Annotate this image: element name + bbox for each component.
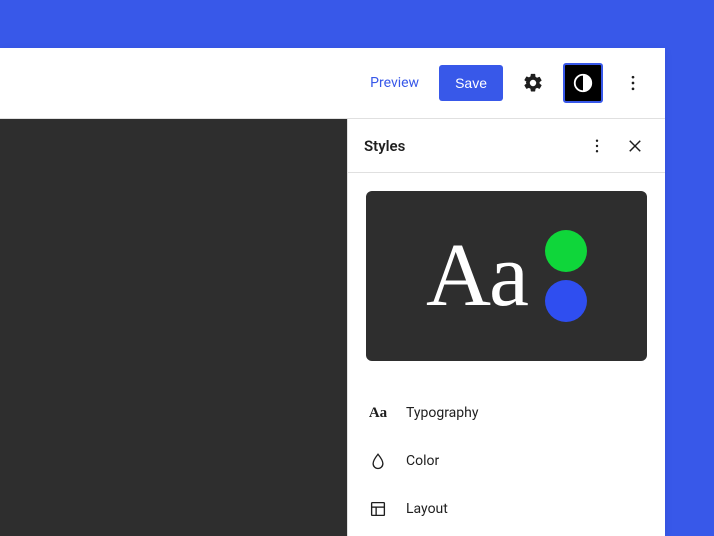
more-options-button[interactable] — [613, 63, 653, 103]
style-item-layout[interactable]: Layout — [366, 485, 647, 533]
style-item-label: Typography — [406, 405, 478, 421]
styles-panel-header: Styles — [348, 119, 665, 173]
styles-panel-title: Styles — [364, 137, 405, 155]
styles-panel: Styles Aa — [347, 119, 665, 536]
typography-icon: Aa — [366, 401, 390, 425]
panel-more-button[interactable] — [583, 132, 611, 160]
style-item-color[interactable]: Color — [366, 437, 647, 485]
editor-canvas[interactable] — [0, 119, 347, 536]
styles-preview-card[interactable]: Aa — [366, 191, 647, 361]
panel-close-button[interactable] — [621, 132, 649, 160]
close-icon — [626, 137, 644, 155]
style-item-label: Layout — [406, 501, 448, 517]
styles-panel-header-actions — [583, 132, 649, 160]
main-area: Styles Aa — [0, 119, 665, 536]
toolbar: Preview Save — [0, 48, 665, 119]
styles-panel-body: Aa Aa Typography Color — [348, 173, 665, 536]
save-button[interactable]: Save — [439, 65, 503, 101]
gear-icon — [522, 72, 544, 94]
styles-toggle-button[interactable] — [563, 63, 603, 103]
color-swatches — [545, 230, 587, 322]
layout-icon — [366, 497, 390, 521]
style-item-label: Color — [406, 453, 439, 469]
style-item-typography[interactable]: Aa Typography — [366, 389, 647, 437]
drop-icon — [366, 449, 390, 473]
contrast-icon — [572, 72, 594, 94]
more-vertical-icon — [588, 137, 606, 155]
settings-button[interactable] — [513, 63, 553, 103]
more-vertical-icon — [623, 73, 643, 93]
preview-link[interactable]: Preview — [360, 67, 429, 99]
typography-preview-text: Aa — [426, 231, 527, 321]
color-swatch-blue — [545, 280, 587, 322]
color-swatch-green — [545, 230, 587, 272]
app-window: Preview Save Styles — [0, 48, 665, 536]
